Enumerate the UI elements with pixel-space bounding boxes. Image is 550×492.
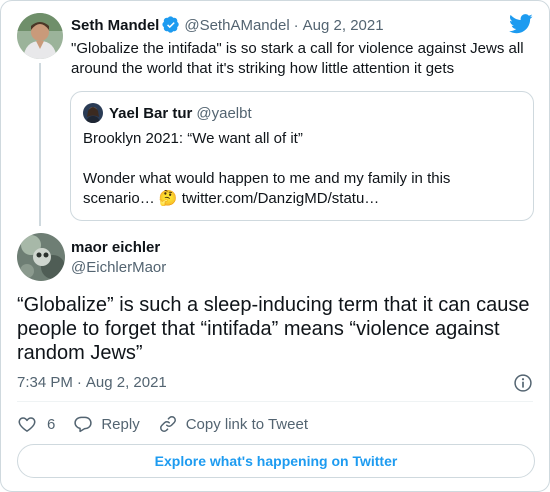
reply-bubble-icon — [74, 416, 93, 433]
explore-label: Explore what's happening on Twitter — [154, 453, 398, 469]
avatar-photo-icon — [17, 233, 65, 281]
main-author-name[interactable]: maor eichler — [71, 239, 160, 256]
avatar — [83, 103, 103, 123]
explore-twitter-button[interactable]: Explore what's happening on Twitter — [17, 444, 535, 478]
verified-badge-icon — [162, 16, 180, 33]
quoted-author-handle: @yaelbt — [196, 104, 252, 122]
separator-dot: · — [76, 374, 82, 391]
thinking-face-emoji: 🤔 — [158, 190, 178, 207]
info-icon[interactable] — [513, 373, 533, 393]
avatar-photo-icon — [17, 13, 63, 59]
parent-author-name[interactable]: Seth Mandel — [71, 17, 159, 34]
quoted-tweet-text: Brooklyn 2021: “We want all of it” Wonde… — [83, 129, 523, 209]
avatar-photo-icon — [83, 103, 103, 123]
tweet-date[interactable]: Aug 2, 2021 — [86, 374, 167, 391]
quoted-tweet-header: Yael Bar tur @yaelbt — [83, 103, 252, 123]
quoted-author-name: Yael Bar tur — [109, 104, 193, 122]
quoted-tweet-link[interactable]: twitter.com/DanzigMD/statu… — [182, 190, 380, 207]
quoted-tweet-line: Wonder what would happen to me and my fa… — [83, 169, 523, 209]
divider — [17, 401, 533, 402]
avatar[interactable] — [17, 233, 65, 281]
link-icon — [159, 416, 176, 432]
heart-icon — [18, 417, 36, 432]
avatar[interactable] — [17, 13, 63, 59]
separator-dot: · — [293, 16, 299, 34]
like-count: 6 — [47, 415, 56, 433]
reply-label: Reply — [101, 415, 140, 433]
parent-tweet-text: "Globalize the intifada" is so stark a c… — [71, 40, 524, 77]
reply-button[interactable]: Reply — [73, 414, 140, 434]
tweet-embed-card: Seth Mandel @SethAMandel · Aug 2, 2021 "… — [0, 0, 550, 492]
main-author-handle[interactable]: @EichlerMaor — [71, 259, 166, 276]
like-button[interactable]: 6 — [17, 414, 55, 434]
copy-link-button[interactable]: Copy link to Tweet — [158, 414, 308, 434]
parent-author-handle[interactable]: @SethAMandel — [184, 17, 289, 34]
tweet-actions: 6 Reply Copy link to Tweet — [17, 414, 326, 434]
tweet-time[interactable]: 7:34 PM — [17, 374, 73, 391]
tweet-timestamp[interactable]: 7:34 PM · Aug 2, 2021 — [17, 374, 167, 391]
main-tweet-text: “Globalize” is such a sleep-inducing ter… — [17, 294, 530, 364]
parent-tweet-header: Seth Mandel @SethAMandel · Aug 2, 2021 — [71, 16, 384, 34]
twitter-bird-icon[interactable] — [509, 13, 533, 35]
thread-connector-line — [39, 63, 41, 226]
quoted-tweet[interactable]: Yael Bar tur @yaelbt Brooklyn 2021: “We … — [70, 91, 534, 221]
copy-link-label: Copy link to Tweet — [185, 415, 308, 433]
parent-tweet-date[interactable]: Aug 2, 2021 — [303, 17, 384, 34]
quoted-tweet-line: Brooklyn 2021: “We want all of it” — [83, 130, 303, 147]
